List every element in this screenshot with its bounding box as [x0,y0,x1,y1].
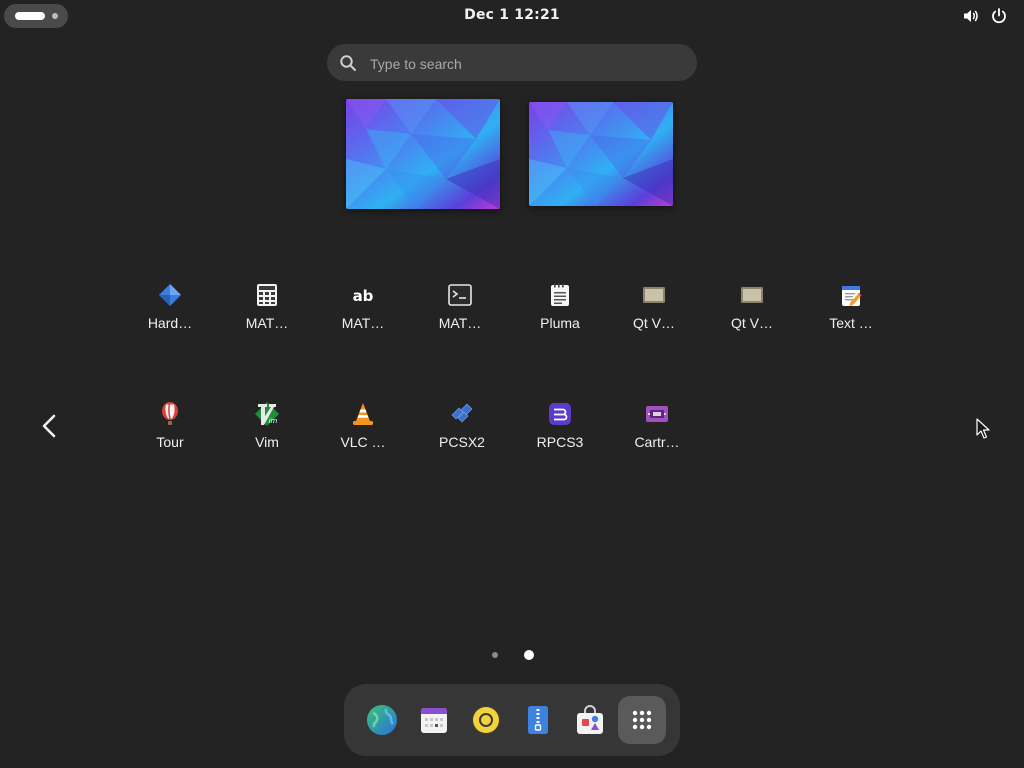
workspace-thumbnail-1[interactable] [346,99,500,209]
app-label: Qt V… [730,315,773,331]
dock-calendar[interactable] [410,696,458,744]
power-icon[interactable] [990,7,1008,25]
hardinfo-icon [159,284,181,306]
page-indicator-1[interactable] [492,652,498,658]
clock[interactable]: Dec 1 12:21 [440,7,584,25]
app-label: Qt V… [632,315,675,331]
app-rpcs3[interactable]: RPCS3 [514,401,606,471]
app-mate-calculator[interactable]: MAT… [221,282,313,352]
text-editor-icon [842,286,862,306]
app-vlc[interactable]: VLC … [317,401,409,471]
top-bar: Dec 1 12:21 [0,0,1024,32]
qt-folder-icon [741,287,763,303]
app-pcsx2[interactable]: PCSX2 [416,401,508,471]
rhythmbox-icon [471,705,501,735]
app-mate-charmap[interactable]: ab MAT… [317,282,409,352]
dash-dock [344,684,680,756]
pluma-icon [551,283,569,306]
mouse-cursor-icon [976,418,990,439]
activities-button[interactable] [4,4,68,28]
volume-icon[interactable] [962,7,980,25]
workspace-indicator-active [15,12,45,20]
dock-file-archiver[interactable] [514,696,562,744]
rpcs3-icon [549,403,571,425]
app-label: MAT… [341,315,385,331]
app-label: Text … [829,315,873,331]
dock-rhythmbox[interactable] [462,696,510,744]
app-label: Cartr… [634,434,680,450]
app-qt-v-2[interactable]: Qt V… [706,282,798,352]
app-label: Hard… [147,315,193,331]
page-indicator-2[interactable] [524,650,534,660]
terminal-icon [448,284,472,306]
vlc-icon [353,403,373,425]
app-hardinfo[interactable]: Hard… [124,282,216,352]
app-vim[interactable]: im Vim [221,401,313,471]
app-mate-terminal[interactable]: MAT… [414,282,506,352]
app-label: MAT… [438,315,482,331]
app-text-editor[interactable]: Text … [805,282,897,352]
previous-page-chevron-icon[interactable] [34,408,66,444]
cartridges-icon [646,406,668,422]
pcsx2-icon [451,403,473,423]
dock-software[interactable] [566,696,614,744]
workspace-thumbnail-2[interactable] [529,102,673,206]
svg-text:im: im [269,417,278,425]
app-label: Vim [255,434,279,450]
character-map-icon: ab [353,287,374,305]
calendar-icon [421,708,447,733]
app-cartridges[interactable]: Cartr… [611,401,703,471]
qt-folder-icon [643,287,665,303]
app-label: MAT… [245,315,289,331]
show-apps-icon [632,710,652,730]
software-store-icon [577,705,603,734]
workspace-indicator-inactive [52,13,58,19]
dock-show-apps[interactable] [618,696,666,744]
file-archiver-icon [528,706,548,734]
calculator-icon [257,284,277,306]
tour-balloon-icon [162,402,178,425]
app-label: VLC … [340,434,386,450]
search-input[interactable] [368,44,682,83]
app-qt-v-1[interactable]: Qt V… [608,282,700,352]
dock-web-browser[interactable] [358,696,406,744]
vim-icon: im [255,402,279,426]
app-label: Tour [156,434,184,450]
app-label: RPCS3 [536,434,584,450]
app-tour[interactable]: Tour [124,401,216,471]
web-browser-icon [367,705,397,735]
search-icon [340,55,356,71]
search-box[interactable] [327,44,697,83]
app-label: PCSX2 [439,434,485,450]
app-label: Pluma [540,315,580,331]
app-pluma[interactable]: Pluma [514,282,606,352]
